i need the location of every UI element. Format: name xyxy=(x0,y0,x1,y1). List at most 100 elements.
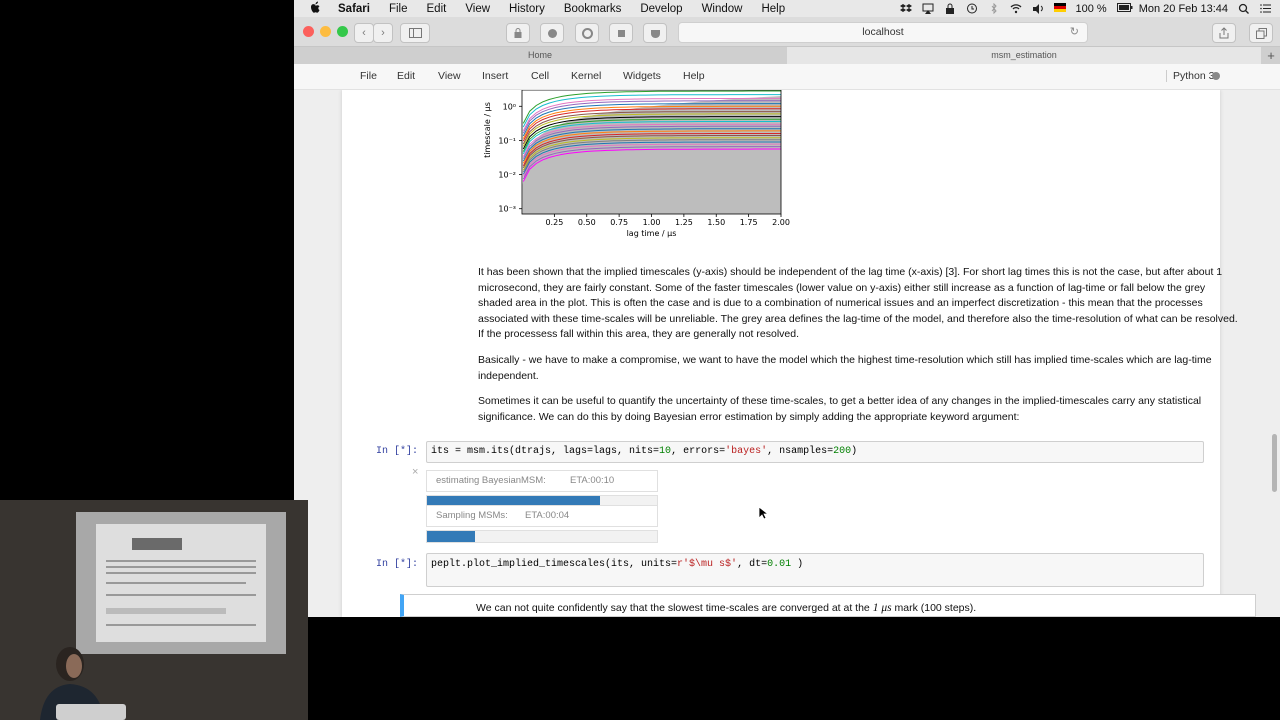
pocket-icon xyxy=(650,29,660,38)
page-scrollbar[interactable] xyxy=(1272,434,1277,492)
tabs-overview-button[interactable] xyxy=(1249,23,1273,43)
menu-file[interactable]: File xyxy=(389,3,408,15)
address-bar[interactable]: localhost ↻ xyxy=(678,22,1088,43)
x-axis-label: lag time / μs xyxy=(627,229,677,238)
extension-button-1[interactable] xyxy=(506,23,530,43)
notification-center-icon[interactable] xyxy=(1260,3,1272,14)
reload-icon[interactable]: ↻ xyxy=(1070,23,1079,42)
y-tick-label: 10⁰ xyxy=(503,102,516,111)
x-tick-label: 1.50 xyxy=(707,218,725,227)
progress-fill xyxy=(427,531,476,542)
menu-safari[interactable]: Safari xyxy=(338,3,370,15)
extension-button-5[interactable] xyxy=(643,23,667,43)
notebook-page: 0.25 0.50 0.75 1.00 1.25 1.50 1.75 2.00 10⁰ 10⁻¹ 1… xyxy=(342,90,1256,617)
apple-icon[interactable] xyxy=(310,1,324,17)
new-tab-button[interactable]: + xyxy=(1262,47,1280,64)
jupyter-menu-kernel[interactable]: Kernel xyxy=(571,70,601,82)
share-button[interactable] xyxy=(1212,23,1236,43)
shield-icon xyxy=(547,28,557,38)
time-machine-icon[interactable] xyxy=(966,3,978,14)
ghost-icon xyxy=(581,27,593,39)
minimize-window-button[interactable] xyxy=(320,26,331,37)
jupyter-menubar: File Edit View Insert Cell Kernel Widget… xyxy=(294,64,1280,90)
jupyter-menu-view[interactable]: View xyxy=(438,70,461,82)
cell-prompt: In [*]: xyxy=(376,559,419,570)
code-cell-input[interactable]: peplt.plot_implied_timescales(its, units… xyxy=(426,553,1204,587)
x-tick-label: 0.50 xyxy=(578,218,596,227)
progress-label-sampling: Sampling MSMs: ETA:00:04 xyxy=(426,505,658,527)
spotlight-search-icon[interactable] xyxy=(1238,3,1250,14)
dropbox-icon[interactable] xyxy=(899,3,912,14)
y-tick-label: 10⁻² xyxy=(498,171,516,180)
notebook-container: 0.25 0.50 0.75 1.00 1.25 1.50 1.75 2.00 10⁰ 10⁻¹ 1… xyxy=(294,90,1280,617)
code-cell-input[interactable]: its = msm.its(dtrajs, lags=lags, nits=10… xyxy=(426,441,1204,463)
status-area: 100 % Mon 20 Feb 13:44 xyxy=(899,0,1273,17)
mouse-cursor-icon xyxy=(758,506,768,520)
menu-window[interactable]: Window xyxy=(702,3,743,15)
x-tick-label: 0.25 xyxy=(545,218,563,227)
x-tick-label: 1.75 xyxy=(740,218,758,227)
clock[interactable]: Mon 20 Feb 13:44 xyxy=(1139,3,1228,15)
close-window-button[interactable] xyxy=(303,26,314,37)
progress-bar-sampling xyxy=(426,530,658,543)
sidebar-button[interactable] xyxy=(400,23,430,43)
jupyter-menu-help[interactable]: Help xyxy=(683,70,705,82)
flag-icon[interactable] xyxy=(1053,3,1066,14)
x-tick-label: 2.00 xyxy=(772,218,790,227)
jupyter-menu-cell[interactable]: Cell xyxy=(531,70,549,82)
forward-button[interactable]: › xyxy=(373,23,393,43)
menu-history[interactable]: History xyxy=(509,3,545,15)
markdown-paragraph-3: Sometimes it can be useful to quantify t… xyxy=(478,395,1202,423)
markdown-paragraph-4: We can not quite confidently say that th… xyxy=(476,602,977,614)
y-tick-label: 10⁻¹ xyxy=(498,136,516,145)
menu-help[interactable]: Help xyxy=(761,3,785,15)
x-tick-label: 1.25 xyxy=(675,218,693,227)
laptop xyxy=(56,704,126,720)
tab-home[interactable]: Home xyxy=(294,47,786,64)
y-tick-label: 10⁻³ xyxy=(498,205,516,214)
sidebar-icon xyxy=(408,28,422,38)
tab-msm-estimation[interactable]: msm_estimation xyxy=(787,47,1261,64)
cell-prompt: In [*]: xyxy=(376,446,419,457)
chevron-left-icon: ‹ xyxy=(362,27,366,39)
back-button[interactable]: ‹ xyxy=(354,23,374,43)
jupyter-menu-file[interactable]: File xyxy=(360,70,377,82)
kernel-name: Python 3 xyxy=(1166,70,1214,82)
zoom-window-button[interactable] xyxy=(337,26,348,37)
plus-icon: + xyxy=(1267,48,1275,63)
jupyter-menu-edit[interactable]: Edit xyxy=(397,70,415,82)
chevron-right-icon: › xyxy=(381,27,385,39)
menu-bookmarks[interactable]: Bookmarks xyxy=(564,3,622,15)
jupyter-menu-insert[interactable]: Insert xyxy=(482,70,508,82)
airplay-icon[interactable] xyxy=(922,3,934,14)
kernel-busy-indicator xyxy=(1212,72,1220,80)
evernote-icon xyxy=(617,29,625,37)
menu-edit[interactable]: Edit xyxy=(427,3,447,15)
bluetooth-icon[interactable] xyxy=(988,2,1000,15)
url-text: localhost xyxy=(862,26,904,38)
presenter-video xyxy=(0,500,308,720)
lock-icon[interactable] xyxy=(944,3,956,14)
progress-label-bayesian: estimating BayesianMSM: ETA:00:10 xyxy=(426,470,658,492)
wifi-icon[interactable] xyxy=(1010,3,1022,14)
tab-bar: Home msm_estimation + xyxy=(294,47,1280,64)
share-icon xyxy=(1219,27,1229,39)
close-output-icon[interactable]: × xyxy=(412,466,418,478)
extension-button-3[interactable] xyxy=(575,23,599,43)
extension-button-4[interactable] xyxy=(609,23,633,43)
extension-button-2[interactable] xyxy=(540,23,564,43)
projected-screen-content xyxy=(96,524,266,642)
selected-markdown-cell[interactable]: We can not quite confidently say that th… xyxy=(400,594,1256,617)
volume-icon[interactable] xyxy=(1032,3,1044,14)
jupyter-menu-widgets[interactable]: Widgets xyxy=(623,70,661,82)
y-axis-label: timescale / μs xyxy=(483,102,492,158)
battery-icon[interactable] xyxy=(1116,3,1133,14)
menu-develop[interactable]: Develop xyxy=(640,3,682,15)
implied-timescales-chart: 0.25 0.50 0.75 1.00 1.25 1.50 1.75 2.00 10⁰ 10⁻¹ 1… xyxy=(483,90,790,238)
menu-view[interactable]: View xyxy=(465,3,490,15)
markdown-paragraph-2: Basically - we have to make a compromise… xyxy=(478,354,1212,382)
macos-menubar: Safari File Edit View History Bookmarks … xyxy=(294,0,1280,17)
x-tick-label: 1.00 xyxy=(643,218,661,227)
x-tick-label: 0.75 xyxy=(610,218,628,227)
safari-toolbar: ‹ › localhost ↻ xyxy=(294,17,1280,47)
